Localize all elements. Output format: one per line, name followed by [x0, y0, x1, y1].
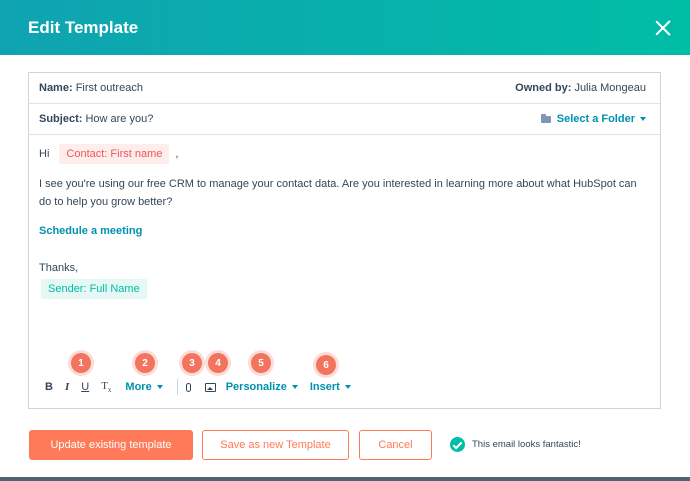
status-text: This email looks fantastic!	[472, 439, 581, 450]
subject-row: Subject: How are you? Select a Folder	[29, 104, 660, 135]
check-circle-icon	[450, 437, 465, 452]
callout-badge-5: 5	[251, 353, 271, 373]
owner-label: Owned by:	[515, 82, 572, 94]
contact-first-name-token[interactable]: Contact: First name	[59, 144, 170, 164]
greeting-line: Hi Contact: First name,	[39, 144, 650, 164]
bold-button[interactable]: B	[45, 381, 53, 393]
select-folder-label: Select a Folder	[556, 113, 635, 125]
insert-label: Insert	[309, 381, 340, 393]
email-body[interactable]: Hi Contact: First name, I see you're usin…	[29, 135, 660, 309]
insert-dropdown[interactable]: Insert	[310, 381, 351, 393]
more-dropdown[interactable]: More	[125, 381, 163, 393]
signoff-text: Thanks,	[39, 262, 79, 274]
window-bottom-edge	[0, 477, 690, 481]
personalize-label: Personalize	[225, 381, 287, 393]
body-paragraph: I see you're using our free CRM to manag…	[39, 178, 637, 208]
name-row: Name: First outreach Owned by: Julia Mon…	[29, 73, 660, 104]
greeting-text: Hi	[39, 148, 50, 160]
callout-badge-3: 3	[182, 353, 202, 373]
owner-value: Julia Mongeau	[574, 82, 646, 94]
more-label: More	[125, 381, 152, 393]
chevron-down-icon	[640, 117, 646, 121]
save-new-template-button[interactable]: Save as new Template	[202, 430, 349, 460]
subject-label: Subject:	[39, 113, 83, 125]
update-template-button[interactable]: Update existing template	[29, 430, 193, 460]
clear-format-sub: x	[107, 386, 112, 395]
image-icon[interactable]	[204, 382, 216, 392]
select-folder-dropdown[interactable]: Select a Folder	[540, 113, 646, 125]
callout-badge-1: 1	[71, 353, 91, 373]
modal-header: Edit Template	[0, 0, 690, 55]
callout-badge-2: 2	[135, 353, 155, 373]
modal-title: Edit Template	[28, 17, 139, 37]
cancel-button[interactable]: Cancel	[359, 430, 432, 460]
greeting-comma: ,	[175, 148, 179, 160]
sender-full-name-token[interactable]: Sender: Full Name	[41, 279, 147, 299]
toolbar-divider	[176, 379, 178, 395]
schedule-meeting-link[interactable]: Schedule a meeting	[39, 225, 142, 237]
close-icon[interactable]	[652, 17, 674, 39]
clear-format-button[interactable]: Tx	[101, 380, 111, 394]
subject-value[interactable]: How are you?	[85, 113, 153, 125]
personalize-dropdown[interactable]: Personalize	[226, 381, 298, 393]
email-status: This email looks fantastic!	[450, 437, 581, 452]
template-subject[interactable]: Subject: How are you?	[39, 113, 153, 125]
name-label: Name:	[39, 82, 73, 94]
callout-badge-4: 4	[208, 353, 228, 373]
clear-format-label: T	[101, 379, 108, 392]
italic-button[interactable]: I	[65, 381, 69, 393]
name-value[interactable]: First outreach	[76, 82, 143, 94]
chevron-down-icon	[156, 385, 163, 390]
folder-icon	[540, 113, 551, 123]
link-icon[interactable]	[185, 382, 191, 392]
template-name[interactable]: Name: First outreach	[39, 82, 143, 94]
chevron-down-icon	[344, 385, 351, 390]
formatting-toolbar: B I U Tx More Personalize Insert	[45, 378, 351, 396]
template-owner: Owned by: Julia Mongeau	[515, 82, 646, 94]
template-editor: Name: First outreach Owned by: Julia Mon…	[28, 72, 661, 409]
chevron-down-icon	[291, 385, 298, 390]
callout-badge-6: 6	[316, 355, 336, 375]
underline-button[interactable]: U	[81, 381, 89, 393]
